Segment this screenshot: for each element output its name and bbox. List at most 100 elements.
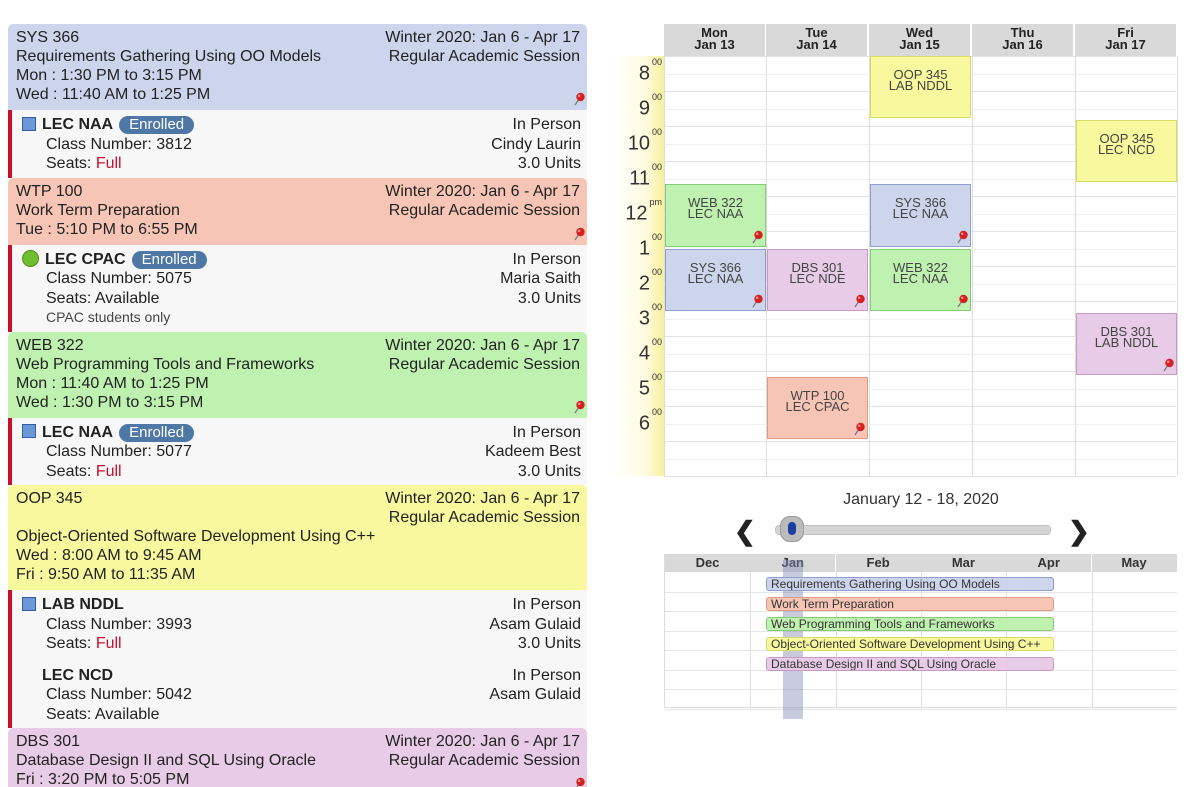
timeline-month: May <box>1091 554 1177 572</box>
calendar-event[interactable]: DBS 301 LAB NDDL <box>1076 312 1177 375</box>
day-date: Jan 16 <box>1002 37 1043 52</box>
circle-status-icon <box>22 249 39 267</box>
calendar-event[interactable]: WTP 100 LEC CPAC <box>767 376 868 440</box>
section-name: LEC NCD <box>42 666 114 684</box>
course-header[interactable]: WEB 322 Winter 2020: Jan 6 - Apr 17 Web Pr… <box>8 331 587 418</box>
section-name: LAB NDDL <box>42 596 124 613</box>
class-number: Class Number: 3812 <box>46 135 192 153</box>
event-section: LEC NAA <box>892 270 949 286</box>
event-section: LEC CPAC <box>785 398 850 414</box>
course-term: Winter 2020: Jan 6 - Apr 17 <box>385 29 580 46</box>
course-header[interactable]: WTP 100 Winter 2020: Jan 6 - Apr 17 Work T… <box>8 177 587 245</box>
event-section: LAB NDDL <box>888 78 953 93</box>
hour-label: 100 <box>638 232 662 260</box>
timeline-bar[interactable]: Work Term Preparation <box>766 597 1054 611</box>
calendar-event[interactable]: SYS 366 LEC NAA <box>870 184 971 247</box>
meeting-time: Tue : 5:10 PM to 6:55 PM <box>16 220 198 238</box>
week-slider[interactable] <box>775 525 1051 535</box>
event-section: LEC NAA <box>687 270 744 286</box>
seats-label: Seats: <box>46 705 92 723</box>
pin-icon[interactable] <box>573 777 585 787</box>
course-header[interactable]: DBS 301 Winter 2020: Jan 6 - Apr 17 Databa… <box>8 728 587 787</box>
seats-label: Seats: <box>46 635 92 652</box>
course-session: Regular Academic Session <box>388 355 580 373</box>
instructor: Asam Gulaid <box>489 615 581 633</box>
calendar-event[interactable]: WEB 322 LEC NAA <box>870 248 971 311</box>
event-section: LEC NDE <box>789 270 846 286</box>
pin-icon[interactable] <box>573 92 585 106</box>
units: 3.0 Units <box>517 635 581 652</box>
meeting-time: Fri : 3:20 PM to 5:05 PM <box>16 771 190 787</box>
course-header[interactable]: SYS 366 Winter 2020: Jan 6 - Apr 17 Requir… <box>8 24 587 110</box>
course-title: Database Design II and SQL Using Oracle <box>16 752 317 769</box>
day-date: Jan 14 <box>796 37 837 52</box>
instructor: Asam Gulaid <box>489 686 581 703</box>
delivery-mode: In Person <box>512 666 581 684</box>
section-block: LAB NDDL In Person Class Number: 3993 Asam … <box>8 590 587 658</box>
section-name: LEC NAA <box>42 116 114 133</box>
hour-label: 1000 <box>627 127 662 155</box>
enrolled-badge: Enrolled <box>131 250 207 269</box>
pin-icon[interactable] <box>1162 358 1174 372</box>
section-block: LEC NCD In Person Class Number: 5042 Asam G… <box>8 657 587 728</box>
course-code: SYS 366 <box>16 29 80 46</box>
meeting-time: Mon : 1:30 PM to 3:15 PM <box>16 67 202 84</box>
day-date: Jan 13 <box>694 37 735 52</box>
hour-label: 300 <box>638 302 662 330</box>
section-block: LEC NAA Enrolled In Person Class Number: 38… <box>8 110 587 178</box>
timeline-bar[interactable]: Database Design II and SQL Using Oracle <box>766 657 1054 671</box>
event-section: LAB NDDL <box>1094 334 1159 350</box>
course-header[interactable]: OOP 345 Winter 2020: Jan 6 - Apr 17 Regula… <box>8 485 587 590</box>
section-note: CPAC students only <box>46 309 171 325</box>
pin-icon[interactable] <box>956 230 968 244</box>
seats-value: Full <box>95 155 122 172</box>
calendar-event[interactable]: WEB 322 LEC NAA <box>665 184 766 247</box>
course-session: Regular Academic Session <box>388 48 580 65</box>
pin-icon[interactable] <box>853 294 865 308</box>
hour-label: 600 <box>638 407 662 435</box>
week-range-label: January 12 - 18, 2020 <box>843 491 999 508</box>
pin-icon[interactable] <box>853 422 865 436</box>
day-header: Mon Jan 13 <box>664 24 765 56</box>
class-number: Class Number: 5075 <box>46 270 192 287</box>
pin-icon[interactable] <box>573 227 585 241</box>
pin-icon[interactable] <box>751 294 763 308</box>
calendar-event[interactable]: OOP 345 LEC NCD <box>1076 120 1177 183</box>
next-week-button[interactable]: ❯ <box>1068 516 1090 547</box>
delivery-mode: In Person <box>512 596 581 613</box>
section-name: LEC NAA <box>42 423 114 441</box>
delivery-mode: In Person <box>512 423 581 441</box>
calendar-event[interactable]: SYS 366 LEC NAA <box>665 248 766 311</box>
calendar-event[interactable]: DBS 301 LEC NDE <box>767 248 868 311</box>
course-session: Regular Academic Session <box>388 752 580 769</box>
seats-value: Available <box>94 289 160 307</box>
units: 3.0 Units <box>517 155 581 172</box>
event-section: LEC NAA <box>892 206 949 222</box>
class-number: Class Number: 5042 <box>46 686 192 703</box>
prev-week-button[interactable]: ❮ <box>734 516 756 547</box>
week-slider-thumb[interactable] <box>780 516 805 542</box>
pin-icon[interactable] <box>573 400 585 414</box>
course-code: OOP 345 <box>16 490 83 507</box>
timeline-bar[interactable]: Requirements Gathering Using OO Models <box>766 577 1054 591</box>
timeline-bar[interactable]: Object-Oriented Software Development Usi… <box>766 637 1054 651</box>
pin-icon[interactable] <box>956 294 968 308</box>
instructor: Maria Saith <box>500 270 581 287</box>
pin-icon[interactable] <box>751 230 763 244</box>
course-code: WEB 322 <box>16 336 84 354</box>
calendar-event[interactable]: OOP 345 LAB NDDL <box>870 56 971 119</box>
units: 3.0 Units <box>517 289 581 307</box>
meeting-time: Fri : 9:50 AM to 11:35 AM <box>16 566 196 583</box>
hour-label: 800 <box>638 57 662 85</box>
timeline-month: Dec <box>665 554 750 572</box>
meeting-time: Wed : 1:30 PM to 3:15 PM <box>16 393 204 411</box>
timeline-bar[interactable]: Web Programming Tools and Frameworks <box>766 617 1054 631</box>
course-term: Winter 2020: Jan 6 - Apr 17 <box>385 490 580 507</box>
hour-label: 400 <box>638 337 662 365</box>
delivery-mode: In Person <box>512 250 581 268</box>
day-header: Fri Jan 17 <box>1075 24 1176 56</box>
timeline-month: Mar <box>920 554 1006 572</box>
seats-value: Full <box>95 635 122 652</box>
instructor: Kadeem Best <box>484 443 581 460</box>
enrolled-badge: Enrolled <box>119 116 195 134</box>
